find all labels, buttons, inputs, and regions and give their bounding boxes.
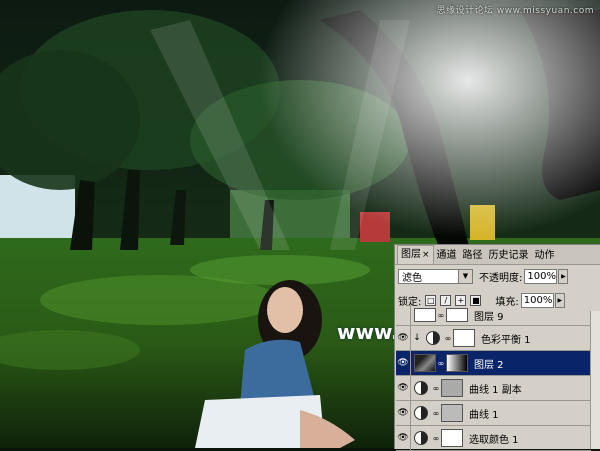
link-icon: ∞ (432, 433, 440, 443)
link-icon: ∞ (444, 333, 452, 343)
layer-row[interactable]: 👁 ∞ 曲线 1 副本 (396, 376, 591, 401)
layer-thumbnail (414, 354, 436, 372)
opacity-arrow-icon[interactable]: ▶ (558, 268, 569, 284)
layer-name: 图层 9 (474, 311, 504, 323)
lock-move-icon[interactable]: + (455, 294, 467, 306)
tab-layers[interactable]: 图层× (397, 245, 434, 264)
layer-name: 色彩平衡 1 (481, 334, 531, 346)
adjustment-layer-icon (414, 381, 428, 395)
blend-row: 滤色 ▼ 不透明度: 100% ▶ (398, 267, 598, 285)
link-icon: ∞ (437, 310, 445, 320)
close-icon[interactable]: × (422, 250, 430, 260)
layer-mask-thumbnail (441, 429, 463, 447)
blend-mode-select[interactable]: 滤色 ▼ (398, 268, 473, 284)
tab-actions[interactable]: 动作 (532, 247, 558, 264)
opacity-field[interactable]: 100% (524, 268, 558, 284)
layer-row[interactable]: 👁 ∞ 选取颜色 1 (396, 426, 591, 451)
opacity-label: 不透明度: (479, 272, 523, 284)
watermark-top: 思缘设计论坛 www.missyuan.com (436, 6, 594, 16)
eye-icon[interactable]: 👁 (396, 326, 411, 350)
adjustment-layer-icon (414, 406, 428, 420)
layer-row[interactable]: 👁 ↓ ∞ 色彩平衡 1 (396, 326, 591, 351)
layer-list: ∞ 图层 9 👁 ↓ ∞ 色彩平衡 1 👁 ∞ 图层 2 👁 ∞ 曲线 1 副本 (396, 305, 591, 451)
chevron-down-icon: ▼ (458, 269, 472, 283)
layers-panel: 图层× 通道 路径 历史记录 动作 滤色 ▼ 不透明度: 100% ▶ 锁定: … (394, 244, 600, 451)
link-icon: ∞ (432, 408, 440, 418)
adjustment-layer-icon (426, 331, 440, 345)
visibility-slot[interactable] (396, 305, 411, 325)
blend-mode-value: 滤色 (402, 272, 422, 284)
layer-mask-thumbnail (441, 379, 463, 397)
link-icon: ∞ (437, 358, 445, 368)
lock-all-icon[interactable]: ■ (470, 294, 482, 306)
layer-list-scrollbar[interactable] (590, 311, 600, 449)
panel-tabs: 图层× 通道 路径 历史记录 动作 (395, 245, 600, 265)
layer-name: 图层 2 (474, 359, 504, 371)
layer-name: 选取颜色 1 (469, 434, 519, 446)
layer-row-selected[interactable]: 👁 ∞ 图层 2 (396, 351, 591, 376)
clip-arrow-icon: ↓ (413, 333, 421, 343)
adjustment-layer-icon (414, 431, 428, 445)
layer-thumbnail (414, 308, 436, 322)
tab-channels[interactable]: 通道 (434, 247, 460, 264)
layer-mask-thumbnail (453, 329, 475, 347)
lock-brush-icon[interactable]: / (440, 294, 452, 306)
tab-paths[interactable]: 路径 (460, 247, 486, 264)
layer-name: 曲线 1 副本 (469, 384, 522, 396)
layer-mask-thumbnail (446, 354, 468, 372)
layer-row[interactable]: 👁 ∞ 曲线 1 (396, 401, 591, 426)
eye-icon[interactable]: 👁 (396, 376, 411, 400)
layer-mask-thumbnail (441, 404, 463, 422)
lock-transparency-icon[interactable]: □ (425, 294, 437, 306)
layer-name: 曲线 1 (469, 409, 499, 421)
layer-mask-thumbnail (446, 308, 468, 322)
eye-icon[interactable]: 👁 (396, 401, 411, 425)
layer-row[interactable]: ∞ 图层 9 (396, 305, 591, 326)
eye-icon[interactable]: 👁 (396, 351, 411, 375)
eye-icon[interactable]: 👁 (396, 426, 411, 450)
tab-history[interactable]: 历史记录 (486, 247, 532, 264)
link-icon: ∞ (432, 383, 440, 393)
